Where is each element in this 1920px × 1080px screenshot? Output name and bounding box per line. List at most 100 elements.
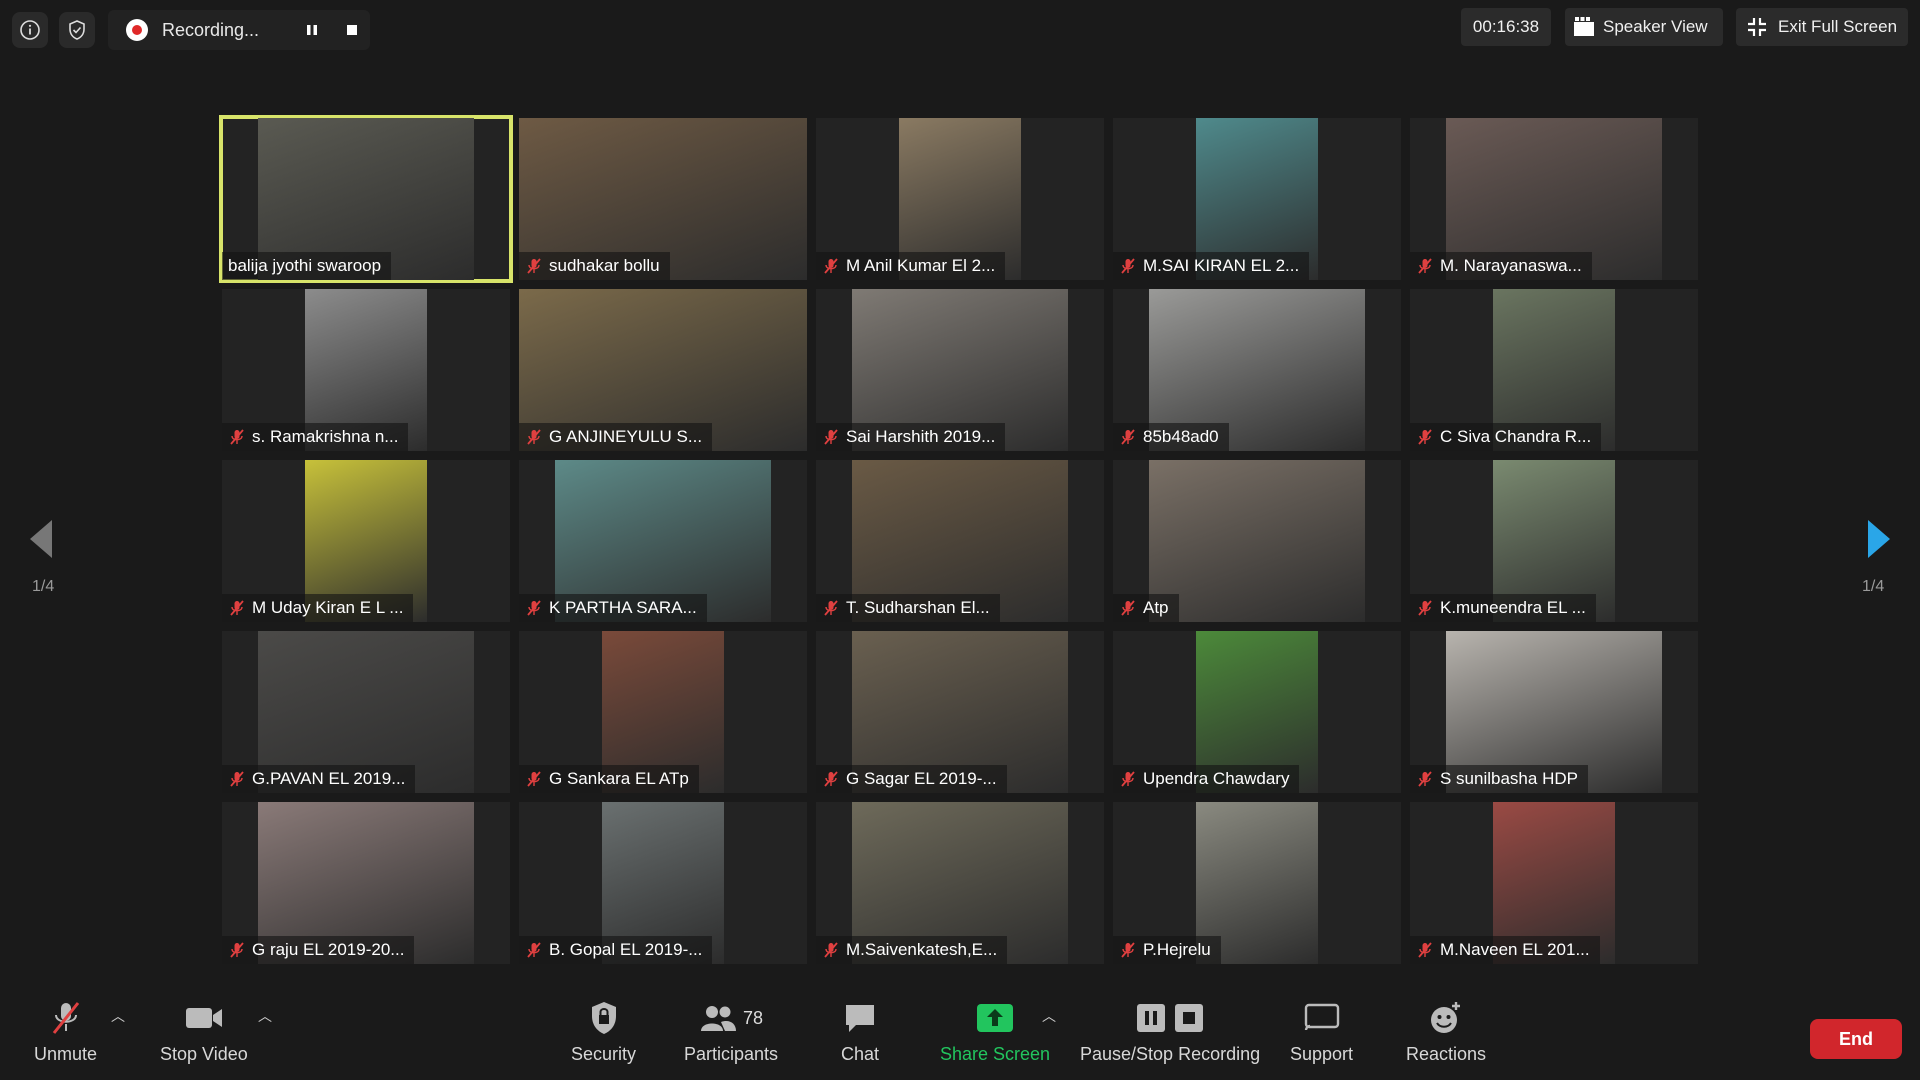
recording-label: Recording...	[162, 19, 260, 40]
participant-tile[interactable]: C Siva Chandra R...	[1410, 289, 1698, 451]
participants-button[interactable]: 78 Participants	[684, 998, 778, 1065]
smiley-plus-icon	[1431, 1002, 1461, 1033]
unmute-button[interactable]: Unmute	[34, 998, 97, 1065]
stop-recording-button[interactable]	[342, 20, 362, 40]
participant-tile[interactable]: Upendra Chawdary	[1113, 631, 1401, 793]
participant-tile[interactable]: T. Sudharshan El...	[816, 460, 1104, 622]
pause-recording-button[interactable]	[302, 20, 322, 40]
end-meeting-button[interactable]: End	[1810, 1019, 1902, 1059]
pause-stop-recording-button[interactable]: Pause/Stop Recording	[1080, 998, 1260, 1065]
share-screen-button[interactable]: Share Screen	[940, 998, 1050, 1065]
participant-tile[interactable]: sudhakar bollu	[519, 118, 807, 280]
muted-microphone-icon	[1119, 770, 1137, 788]
participant-name: 85b48ad0	[1143, 427, 1219, 446]
support-button[interactable]: Support	[1290, 998, 1353, 1065]
recording-indicator: Recording...	[108, 10, 370, 50]
participant-name-tag: 85b48ad0	[1113, 423, 1229, 451]
participant-name: P.Hejrelu	[1143, 940, 1211, 959]
participants-count: 78	[743, 1007, 764, 1028]
participant-name: Atp	[1143, 598, 1169, 617]
participant-name-tag: P.Hejrelu	[1113, 936, 1221, 964]
meeting-info-button[interactable]	[12, 12, 48, 48]
participant-name-tag: C Siva Chandra R...	[1410, 423, 1602, 451]
participant-tile[interactable]: B. Gopal EL 2019-...	[519, 802, 807, 964]
participant-tile[interactable]: M. Narayanaswa...	[1410, 118, 1698, 280]
muted-microphone-icon	[822, 428, 840, 446]
participant-tile[interactable]: M Anil Kumar El 2...	[816, 118, 1104, 280]
share-screen-icon	[977, 1004, 1014, 1032]
participant-name: K PARTHA SARA...	[549, 598, 697, 617]
participant-name: M. Narayanaswa...	[1440, 256, 1582, 275]
meeting-controls-toolbar: Unmute ︿ Stop Video ︿ Security 78 Partic…	[0, 986, 1920, 1080]
participant-name: G raju EL 2019-20...	[252, 940, 405, 959]
participant-name: G.PAVAN EL 2019...	[252, 769, 406, 788]
stop-recording-icon	[1175, 1004, 1204, 1032]
participant-tile[interactable]: balija jyothi swaroop	[219, 115, 513, 283]
participant-tile[interactable]: Sai Harshith 2019...	[816, 289, 1104, 451]
participant-tile[interactable]: K PARTHA SARA...	[519, 460, 807, 622]
participant-tile[interactable]: M.Saivenkatesh,E...	[816, 802, 1104, 964]
support-cast-icon	[1304, 1003, 1339, 1031]
muted-microphone-icon	[525, 941, 543, 959]
page-indicator-right: 1/4	[1862, 578, 1885, 595]
participant-tile[interactable]: G Sankara EL ATp	[519, 631, 807, 793]
next-page-button[interactable]	[1864, 518, 1892, 565]
security-label: Security	[571, 1044, 637, 1064]
participant-name-tag: M Uday Kiran E L ...	[222, 594, 414, 622]
arrow-left-icon	[30, 520, 52, 558]
participant-name: M.Naveen EL 201...	[1440, 940, 1590, 959]
recording-dot-icon	[126, 19, 148, 41]
participant-name: G Sankara EL ATp	[549, 769, 689, 788]
share-options-caret[interactable]: ︿	[1042, 1006, 1056, 1026]
participant-tile[interactable]: 85b48ad0	[1113, 289, 1401, 451]
chat-button[interactable]: Chat	[841, 998, 879, 1065]
muted-microphone-icon	[1119, 257, 1137, 275]
speaker-view-button[interactable]: Speaker View	[1565, 8, 1723, 46]
participant-tile[interactable]: Atp	[1113, 460, 1401, 622]
muted-microphone-icon	[1119, 599, 1137, 617]
participant-name: Upendra Chawdary	[1143, 769, 1290, 788]
previous-page-button[interactable]	[28, 518, 56, 565]
security-button[interactable]: Security	[571, 998, 636, 1065]
participant-name: C Siva Chandra R...	[1440, 427, 1592, 446]
participant-tile[interactable]: S sunilbasha HDP	[1410, 631, 1698, 793]
participant-name: S sunilbasha HDP	[1440, 769, 1578, 788]
participant-tile[interactable]: G raju EL 2019-20...	[222, 802, 510, 964]
participant-name-tag: K PARTHA SARA...	[519, 594, 707, 622]
exit-fullscreen-button[interactable]: Exit Full Screen	[1736, 8, 1908, 46]
reactions-button[interactable]: Reactions	[1406, 998, 1486, 1065]
muted-microphone-icon	[1416, 941, 1434, 959]
muted-microphone-icon	[1119, 941, 1137, 959]
participant-name-tag: G ANJINEYULU S...	[519, 423, 713, 451]
muted-microphone-icon	[525, 770, 543, 788]
participant-tile[interactable]: M.Naveen EL 201...	[1410, 802, 1698, 964]
support-label: Support	[1290, 1044, 1354, 1064]
participant-name-tag: balija jyothi swaroop	[222, 252, 392, 280]
participant-tile[interactable]: G.PAVAN EL 2019...	[222, 631, 510, 793]
reactions-label: Reactions	[1406, 1044, 1487, 1064]
participant-tile[interactable]: P.Hejrelu	[1113, 802, 1401, 964]
participant-tile[interactable]: G Sagar EL 2019-...	[816, 631, 1104, 793]
participant-tile[interactable]: K.muneendra EL ...	[1410, 460, 1698, 622]
muted-microphone-icon	[822, 941, 840, 959]
microphone-muted-icon	[52, 1002, 79, 1034]
participant-tile[interactable]: s. Ramakrishna n...	[222, 289, 510, 451]
participant-tile[interactable]: G ANJINEYULU S...	[519, 289, 807, 451]
pause-icon	[307, 25, 317, 35]
video-options-caret[interactable]: ︿	[258, 1006, 272, 1026]
stop-video-label: Stop Video	[160, 1044, 248, 1064]
stop-icon	[347, 25, 357, 35]
stop-video-button[interactable]: Stop Video	[160, 998, 248, 1065]
participant-name-tag: B. Gopal EL 2019-...	[519, 936, 713, 964]
participant-name-tag: M.SAI KIRAN EL 2...	[1113, 252, 1310, 280]
participant-tile[interactable]: M Uday Kiran E L ...	[222, 460, 510, 622]
participant-name: G Sagar EL 2019-...	[846, 769, 997, 788]
encryption-shield-button[interactable]	[59, 12, 95, 48]
participant-tile[interactable]: M.SAI KIRAN EL 2...	[1113, 118, 1401, 280]
chat-label: Chat	[841, 1044, 880, 1064]
participant-name: K.muneendra EL ...	[1440, 598, 1586, 617]
participant-name-tag: M. Narayanaswa...	[1410, 252, 1592, 280]
participant-name-tag: G Sankara EL ATp	[519, 765, 699, 793]
muted-microphone-icon	[228, 599, 246, 617]
audio-options-caret[interactable]: ︿	[111, 1006, 125, 1026]
